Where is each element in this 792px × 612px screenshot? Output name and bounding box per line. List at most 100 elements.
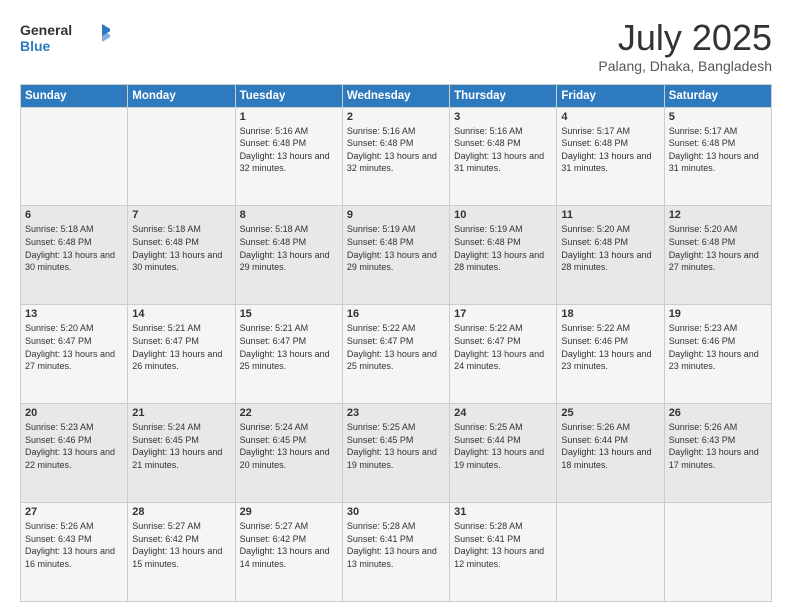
- day-number: 23: [347, 407, 445, 419]
- day-number: 24: [454, 407, 552, 419]
- day-number: 15: [240, 308, 338, 320]
- calendar-cell: 26 Sunrise: 5:26 AM Sunset: 6:43 PM Dayli…: [664, 404, 771, 503]
- day-info: Sunrise: 5:16 AM Sunset: 6:48 PM Dayligh…: [454, 125, 552, 175]
- day-number: 9: [347, 209, 445, 221]
- day-info: Sunrise: 5:26 AM Sunset: 6:43 PM Dayligh…: [669, 421, 767, 471]
- day-info: Sunrise: 5:19 AM Sunset: 6:48 PM Dayligh…: [347, 223, 445, 273]
- day-info: Sunrise: 5:23 AM Sunset: 6:46 PM Dayligh…: [669, 322, 767, 372]
- day-number: 18: [561, 308, 659, 320]
- general-blue-logo-svg: General Blue: [20, 18, 110, 62]
- weekday-saturday: Saturday: [664, 84, 771, 107]
- page: General Blue July 2025 Palang, Dhaka, Ba…: [0, 0, 792, 612]
- day-number: 19: [669, 308, 767, 320]
- calendar-cell: 31 Sunrise: 5:28 AM Sunset: 6:41 PM Dayli…: [450, 503, 557, 602]
- month-title: July 2025: [598, 18, 772, 58]
- calendar-cell: 8 Sunrise: 5:18 AM Sunset: 6:48 PM Daylig…: [235, 206, 342, 305]
- weekday-thursday: Thursday: [450, 84, 557, 107]
- day-number: 14: [132, 308, 230, 320]
- day-info: Sunrise: 5:25 AM Sunset: 6:45 PM Dayligh…: [347, 421, 445, 471]
- week-row-4: 20 Sunrise: 5:23 AM Sunset: 6:46 PM Dayli…: [21, 404, 772, 503]
- calendar-cell: 22Sunrise: 5:24 AM Sunset: 6:45 PM Dayli…: [235, 404, 342, 503]
- day-info: Sunrise: 5:26 AM Sunset: 6:43 PM Dayligh…: [25, 520, 123, 570]
- day-number: 7: [132, 209, 230, 221]
- day-number: 1: [240, 111, 338, 123]
- calendar-cell: 2 Sunrise: 5:16 AM Sunset: 6:48 PM Daylig…: [342, 107, 449, 206]
- calendar-cell: 28Sunrise: 5:27 AM Sunset: 6:42 PM Dayli…: [128, 503, 235, 602]
- calendar-cell: 27 Sunrise: 5:26 AM Sunset: 6:43 PM Dayli…: [21, 503, 128, 602]
- day-info: Sunrise: 5:28 AM Sunset: 6:41 PM Dayligh…: [347, 520, 445, 570]
- calendar-cell: 20 Sunrise: 5:23 AM Sunset: 6:46 PM Dayli…: [21, 404, 128, 503]
- day-info: Sunrise: 5:20 AM Sunset: 6:47 PM Dayligh…: [25, 322, 123, 372]
- day-number: 10: [454, 209, 552, 221]
- location-subtitle: Palang, Dhaka, Bangladesh: [598, 58, 772, 74]
- day-number: 2: [347, 111, 445, 123]
- day-number: 5: [669, 111, 767, 123]
- day-info: Sunrise: 5:18 AM Sunset: 6:48 PM Dayligh…: [132, 223, 230, 273]
- day-info: Sunrise: 5:17 AM Sunset: 6:48 PM Dayligh…: [669, 125, 767, 175]
- calendar-cell: 17 Sunrise: 5:22 AM Sunset: 6:47 PM Dayli…: [450, 305, 557, 404]
- day-number: 12: [669, 209, 767, 221]
- day-info: Sunrise: 5:22 AM Sunset: 6:46 PM Dayligh…: [561, 322, 659, 372]
- calendar-cell: [21, 107, 128, 206]
- day-number: 16: [347, 308, 445, 320]
- day-number: 25: [561, 407, 659, 419]
- svg-text:Blue: Blue: [20, 38, 51, 54]
- day-info: Sunrise: 5:16 AM Sunset: 6:48 PM Dayligh…: [347, 125, 445, 175]
- day-number: 13: [25, 308, 123, 320]
- calendar-cell: [664, 503, 771, 602]
- day-info: Sunrise: 5:28 AM Sunset: 6:41 PM Dayligh…: [454, 520, 552, 570]
- calendar-cell: 12Sunrise: 5:20 AM Sunset: 6:48 PM Dayli…: [664, 206, 771, 305]
- calendar-cell: 3Sunrise: 5:16 AM Sunset: 6:48 PM Daylig…: [450, 107, 557, 206]
- day-number: 4: [561, 111, 659, 123]
- day-info: Sunrise: 5:18 AM Sunset: 6:48 PM Dayligh…: [240, 223, 338, 273]
- calendar-cell: 9 Sunrise: 5:19 AM Sunset: 6:48 PM Daylig…: [342, 206, 449, 305]
- calendar-cell: 7 Sunrise: 5:18 AM Sunset: 6:48 PM Daylig…: [128, 206, 235, 305]
- day-info: Sunrise: 5:27 AM Sunset: 6:42 PM Dayligh…: [240, 520, 338, 570]
- day-number: 6: [25, 209, 123, 221]
- weekday-tuesday: Tuesday: [235, 84, 342, 107]
- day-info: Sunrise: 5:21 AM Sunset: 6:47 PM Dayligh…: [132, 322, 230, 372]
- calendar-cell: 13 Sunrise: 5:20 AM Sunset: 6:47 PM Dayli…: [21, 305, 128, 404]
- day-number: 17: [454, 308, 552, 320]
- day-info: Sunrise: 5:22 AM Sunset: 6:47 PM Dayligh…: [347, 322, 445, 372]
- calendar-cell: 4 Sunrise: 5:17 AM Sunset: 6:48 PM Daylig…: [557, 107, 664, 206]
- calendar-cell: 25Sunrise: 5:26 AM Sunset: 6:44 PM Dayli…: [557, 404, 664, 503]
- day-info: Sunrise: 5:21 AM Sunset: 6:47 PM Dayligh…: [240, 322, 338, 372]
- weekday-monday: Monday: [128, 84, 235, 107]
- calendar-cell: 14 Sunrise: 5:21 AM Sunset: 6:47 PM Dayli…: [128, 305, 235, 404]
- calendar-cell: 21 Sunrise: 5:24 AM Sunset: 6:45 PM Dayli…: [128, 404, 235, 503]
- day-info: Sunrise: 5:23 AM Sunset: 6:46 PM Dayligh…: [25, 421, 123, 471]
- day-info: Sunrise: 5:25 AM Sunset: 6:44 PM Dayligh…: [454, 421, 552, 471]
- day-number: 31: [454, 506, 552, 518]
- header: General Blue July 2025 Palang, Dhaka, Ba…: [20, 18, 772, 74]
- day-info: Sunrise: 5:22 AM Sunset: 6:47 PM Dayligh…: [454, 322, 552, 372]
- day-number: 30: [347, 506, 445, 518]
- calendar-cell: [128, 107, 235, 206]
- week-row-1: 1 Sunrise: 5:16 AM Sunset: 6:48 PM Daylig…: [21, 107, 772, 206]
- calendar-cell: 1Sunrise: 5:16 AM Sunset: 6:48 PM Daylig…: [235, 107, 342, 206]
- day-info: Sunrise: 5:17 AM Sunset: 6:48 PM Dayligh…: [561, 125, 659, 175]
- day-number: 26: [669, 407, 767, 419]
- calendar-cell: 6Sunrise: 5:18 AM Sunset: 6:48 PM Daylig…: [21, 206, 128, 305]
- calendar-cell: 24 Sunrise: 5:25 AM Sunset: 6:44 PM Dayli…: [450, 404, 557, 503]
- title-block: July 2025 Palang, Dhaka, Bangladesh: [598, 18, 772, 74]
- day-number: 8: [240, 209, 338, 221]
- calendar-cell: [557, 503, 664, 602]
- calendar-cell: 30 Sunrise: 5:28 AM Sunset: 6:41 PM Dayli…: [342, 503, 449, 602]
- week-row-3: 13 Sunrise: 5:20 AM Sunset: 6:47 PM Dayli…: [21, 305, 772, 404]
- day-info: Sunrise: 5:24 AM Sunset: 6:45 PM Dayligh…: [132, 421, 230, 471]
- calendar-cell: 29 Sunrise: 5:27 AM Sunset: 6:42 PM Dayli…: [235, 503, 342, 602]
- day-number: 21: [132, 407, 230, 419]
- day-number: 29: [240, 506, 338, 518]
- calendar-table: SundayMondayTuesdayWednesdayThursdayFrid…: [20, 84, 772, 602]
- svg-text:General: General: [20, 22, 72, 38]
- calendar-cell: 19 Sunrise: 5:23 AM Sunset: 6:46 PM Dayli…: [664, 305, 771, 404]
- day-info: Sunrise: 5:24 AM Sunset: 6:45 PM Dayligh…: [240, 421, 338, 471]
- day-number: 27: [25, 506, 123, 518]
- day-number: 20: [25, 407, 123, 419]
- calendar-body: 1 Sunrise: 5:16 AM Sunset: 6:48 PM Daylig…: [21, 107, 772, 601]
- calendar-cell: 5 Sunrise: 5:17 AM Sunset: 6:48 PM Daylig…: [664, 107, 771, 206]
- calendar-cell: 15 Sunrise: 5:21 AM Sunset: 6:47 PM Dayli…: [235, 305, 342, 404]
- day-info: Sunrise: 5:27 AM Sunset: 6:42 PM Dayligh…: [132, 520, 230, 570]
- calendar-cell: 16 Sunrise: 5:22 AM Sunset: 6:47 PM Dayli…: [342, 305, 449, 404]
